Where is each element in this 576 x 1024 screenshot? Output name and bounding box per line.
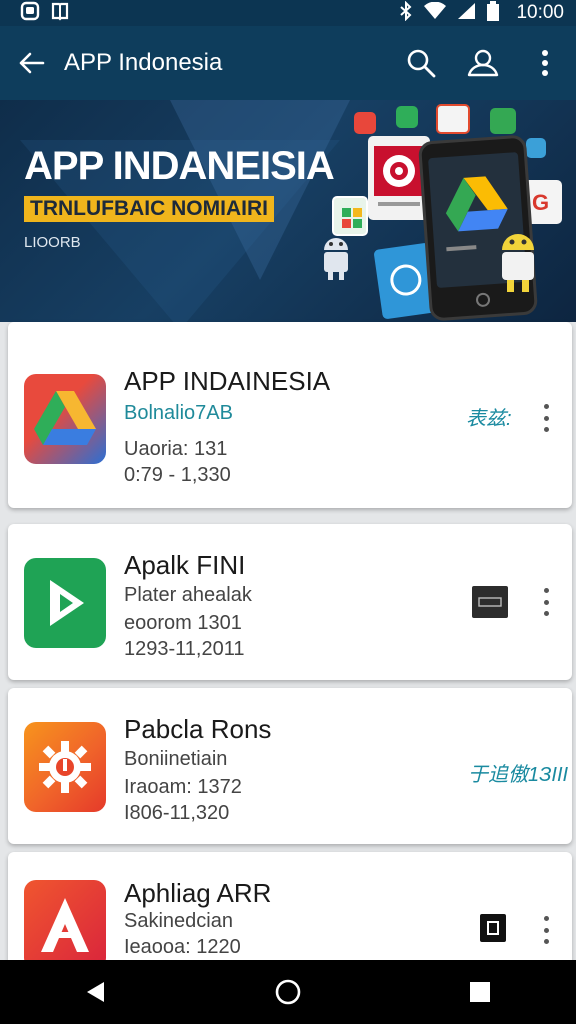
banner-ribbon: TRNLUFBAIC NOMIAIRI xyxy=(24,196,274,222)
page-title: APP Indonesia xyxy=(64,49,223,76)
app-notification-icon xyxy=(20,1,40,26)
nav-recents-button[interactable] xyxy=(440,960,520,1024)
app-name: Pabcla Rons xyxy=(124,714,272,744)
book-notification-icon xyxy=(50,1,70,26)
item-overflow-button[interactable] xyxy=(534,910,558,950)
app-list-item[interactable]: APP INDAINESIA Bolnalio7AB Uaoria: 131 0… xyxy=(8,322,572,508)
app-developer: Plater ahealak xyxy=(124,584,252,606)
search-button[interactable] xyxy=(390,26,452,100)
signal-icon xyxy=(456,2,476,25)
gear-icon xyxy=(24,722,106,812)
app-downloads: 0:79 - 1,330 xyxy=(124,464,231,486)
app-developer: Sakinedcian xyxy=(124,910,233,932)
account-icon xyxy=(467,49,499,77)
a-letter-icon xyxy=(24,880,106,970)
bluetooth-icon xyxy=(398,0,414,26)
banner-subtitle: LIOORB xyxy=(24,234,81,251)
drive-like-icon xyxy=(24,374,106,464)
play-icon xyxy=(24,558,106,648)
app-icon xyxy=(526,138,546,158)
nav-recents-icon xyxy=(470,982,490,1002)
app-name: APP INDAINESIA xyxy=(124,366,331,396)
red-app-icon xyxy=(354,112,376,134)
android-robot-icon xyxy=(316,232,356,287)
app-name: Apalk FINI xyxy=(124,550,246,580)
app-bar: APP Indonesia xyxy=(0,26,576,100)
play-store-icon xyxy=(396,106,418,128)
more-vert-icon xyxy=(542,50,548,76)
app-list-item[interactable]: Pabcla Rons Boniinetiain Iraoam: 1372 I8… xyxy=(8,688,572,844)
app-rating: Uaoria: 131 xyxy=(124,438,228,460)
promo-banner[interactable]: APP INDANEISIA TRNLUFBAIC NOMIAIRI LIOOR… xyxy=(0,100,576,322)
android-robot-icon xyxy=(492,226,544,301)
system-nav-bar xyxy=(0,960,576,1024)
overflow-menu-button[interactable] xyxy=(514,26,576,100)
status-time: 10:00 xyxy=(516,2,564,23)
account-button[interactable] xyxy=(452,26,514,100)
battery-icon xyxy=(486,0,500,26)
app-rating: eoorom 1301 xyxy=(124,612,242,634)
install-badge-icon[interactable] xyxy=(480,914,506,942)
app-rating: Iraoam: 1372 xyxy=(124,776,242,798)
nav-home-icon xyxy=(275,979,301,1005)
app-developer: Bolnalio7AB xyxy=(124,402,233,424)
app-icon xyxy=(436,104,470,134)
back-button[interactable] xyxy=(0,26,62,100)
search-icon xyxy=(407,49,436,78)
nav-back-button[interactable] xyxy=(56,960,136,1024)
banner-title: APP INDANEISIA xyxy=(24,144,335,188)
item-overflow-button[interactable] xyxy=(534,398,558,438)
app-rating: Ieaooa: 1220 xyxy=(124,936,241,958)
svg-text:G: G xyxy=(532,190,549,215)
back-arrow-icon xyxy=(19,52,45,74)
app-downloads: 1293-11,2011 xyxy=(124,638,245,660)
app-downloads: I806-11,320 xyxy=(124,802,230,824)
app-price-tag: 表兹: xyxy=(466,408,512,430)
nav-home-button[interactable] xyxy=(248,960,328,1024)
nav-back-icon xyxy=(87,982,104,1002)
app-developer: Boniinetiain xyxy=(124,748,228,770)
app-list-item[interactable]: Apalk FINI Plater ahealak eoorom 1301 12… xyxy=(8,524,572,680)
status-bar: 10:00 xyxy=(0,0,576,26)
app-price-tag: 于追傲1ЗIII xyxy=(468,764,569,786)
green-app-icon xyxy=(332,196,368,236)
app-list-item[interactable]: Aphliag ARR Sakinedcian Ieaooa: 1220 xyxy=(8,852,572,972)
item-overflow-button[interactable] xyxy=(534,582,558,622)
wifi-icon xyxy=(424,1,447,25)
app-name: Aphliag ARR xyxy=(124,878,272,908)
app-icon xyxy=(490,108,516,134)
install-badge-icon[interactable] xyxy=(472,586,508,618)
